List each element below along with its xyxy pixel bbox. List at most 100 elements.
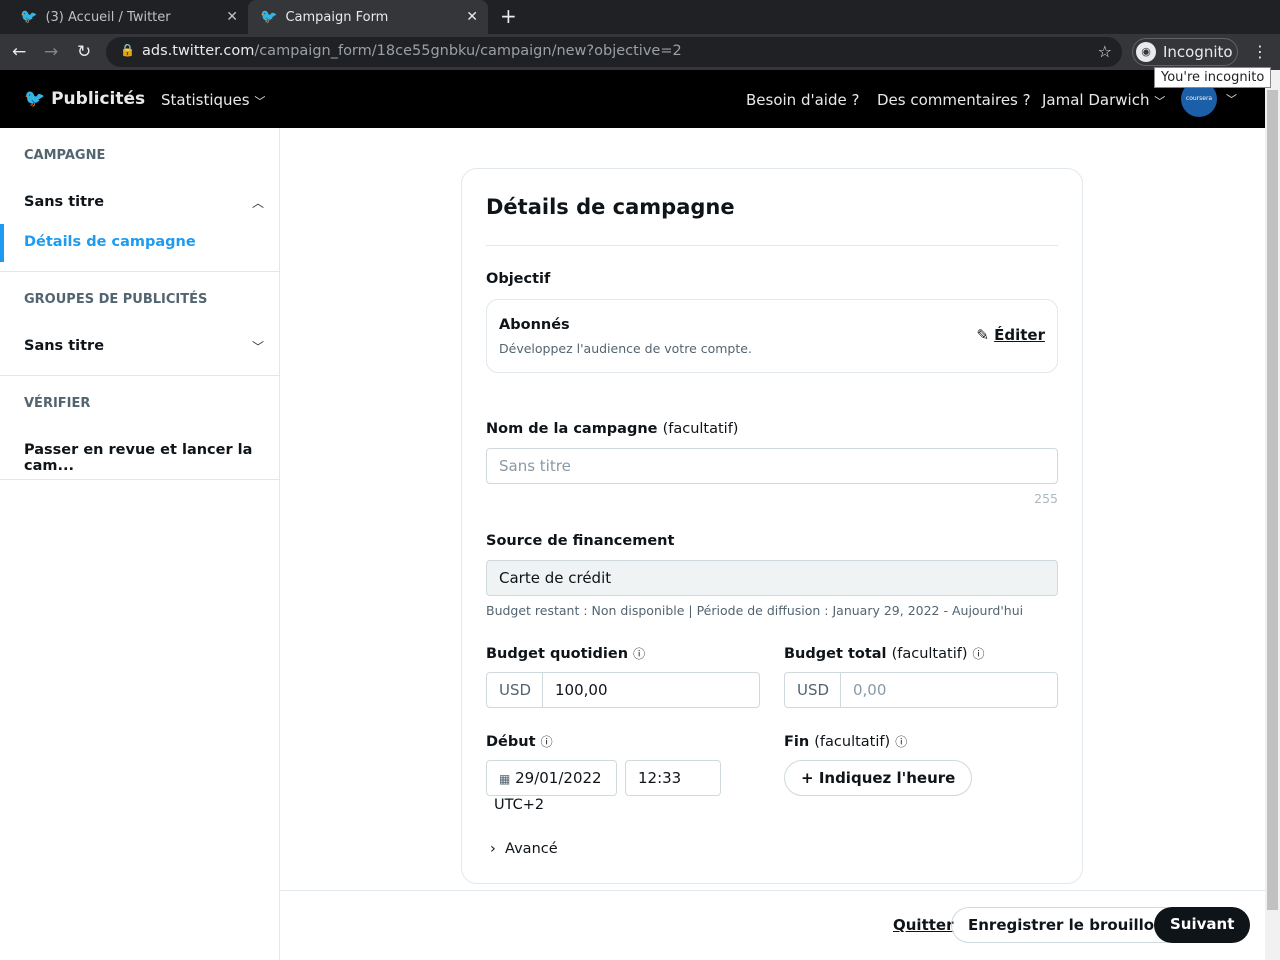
- close-icon[interactable]: ✕: [226, 9, 238, 25]
- incognito-button[interactable]: ◉ Incognito: [1132, 38, 1238, 66]
- forward-icon[interactable]: →: [44, 42, 58, 62]
- page-title: Détails de campagne: [486, 195, 735, 219]
- currency: USD: [797, 681, 830, 699]
- section-verify: VÉRIFIER: [24, 396, 91, 411]
- scrollbar[interactable]: [1265, 70, 1280, 960]
- set-end-time-button[interactable]: + Indiquez l'heure: [784, 760, 973, 796]
- footer-bar: Quitter Enregistrer le brouillon Suivant: [280, 890, 1265, 960]
- chevron-up-icon[interactable]: ︿: [252, 194, 264, 211]
- logo[interactable]: 🐦 Publicités: [24, 89, 145, 109]
- divider: [486, 245, 1058, 246]
- calendar-icon: ▦: [499, 772, 511, 786]
- incognito-icon: ◉: [1136, 42, 1156, 62]
- url-input[interactable]: 🔒 ads.twitter.com/campaign_form/18ce55gnb…: [106, 37, 1122, 67]
- advanced-label: Avancé: [505, 841, 558, 857]
- tab-bar: 🐦 (3) Accueil / Twitter ✕ 🐦 Campaign Form ✕ …: [0, 0, 1280, 34]
- sidebar-campaign-item[interactable]: Sans titre: [24, 194, 104, 210]
- funding-select[interactable]: Carte de crédit: [486, 560, 1058, 596]
- back-icon[interactable]: ←: [12, 42, 26, 62]
- chevron-down-icon: ﹀: [1154, 95, 1166, 108]
- logo-text: Publicités: [51, 89, 146, 109]
- menu-icon[interactable]: ⋮: [1252, 42, 1268, 61]
- section-adgroups: GROUPES DE PUBLICITÉS: [24, 292, 208, 307]
- separator: [840, 673, 841, 707]
- divider: [0, 375, 280, 376]
- daily-budget-input[interactable]: USD 100,00: [486, 672, 760, 708]
- campaign-details-card: Détails de campagne Objectif Abonnés Dév…: [461, 168, 1083, 884]
- tab-twitter-home[interactable]: 🐦 (3) Accueil / Twitter ✕: [8, 0, 248, 34]
- next-button[interactable]: Suivant: [1154, 907, 1251, 943]
- reload-icon[interactable]: ↻: [77, 42, 91, 62]
- objective-label: Objectif: [486, 271, 551, 287]
- advanced-toggle[interactable]: › Avancé: [490, 841, 558, 857]
- quit-button[interactable]: Quitter: [893, 916, 953, 934]
- help-link[interactable]: Besoin d'aide ?: [746, 91, 859, 109]
- twitter-icon: 🐦: [20, 9, 38, 25]
- star-icon[interactable]: ☆: [1098, 42, 1112, 61]
- tab-title: Campaign Form: [285, 9, 389, 25]
- app-header: 🐦 Publicités Statistiques ﹀ Besoin d'aid…: [0, 70, 1265, 128]
- total-budget-placeholder: 0,00: [853, 681, 887, 699]
- pencil-icon: ✎: [976, 326, 989, 344]
- twitter-icon: 🐦: [260, 9, 278, 25]
- sidebar-item-review[interactable]: Passer en revue et lancer la cam...: [24, 442, 279, 474]
- tab-campaign-form[interactable]: 🐦 Campaign Form ✕: [248, 0, 488, 34]
- divider: [0, 271, 280, 272]
- chevron-down-icon: ﹀: [254, 95, 266, 108]
- timezone: UTC+2: [494, 797, 545, 813]
- start-label: Début: [486, 734, 536, 750]
- info-icon[interactable]: ⓘ: [541, 735, 553, 749]
- char-counter: 255: [1034, 491, 1058, 506]
- start-time-input[interactable]: 12:33: [625, 760, 721, 796]
- incognito-label: Incognito: [1163, 43, 1233, 61]
- name-label: Nom de la campagne: [486, 421, 658, 437]
- user-name: Jamal Darwich: [1042, 91, 1150, 109]
- divider: [0, 479, 280, 480]
- optional-tag: (facultatif): [891, 646, 968, 662]
- active-indicator: [0, 224, 4, 262]
- stats-menu[interactable]: Statistiques ﹀: [161, 91, 265, 109]
- close-icon[interactable]: ✕: [466, 9, 478, 25]
- start-date: 29/01/2022: [515, 769, 602, 787]
- objective-name: Abonnés: [499, 317, 570, 333]
- total-budget-label: Budget total: [784, 646, 887, 662]
- scrollbar-thumb[interactable]: [1267, 90, 1278, 910]
- separator: [542, 673, 543, 707]
- lock-icon: 🔒: [120, 43, 135, 57]
- twitter-icon: 🐦: [24, 89, 46, 109]
- incognito-tooltip: You're incognito: [1154, 67, 1272, 88]
- optional-tag: (facultatif): [814, 734, 891, 750]
- daily-budget-value: 100,00: [555, 681, 608, 699]
- info-icon[interactable]: ⓘ: [973, 647, 985, 661]
- chevron-down-icon[interactable]: ﹀: [1226, 91, 1237, 107]
- end-button-label: Indiquez l'heure: [818, 769, 956, 787]
- plus-icon: +: [801, 769, 814, 787]
- chevron-down-icon[interactable]: ﹀: [252, 338, 264, 355]
- optional-tag: (facultatif): [662, 421, 739, 437]
- total-budget-input[interactable]: USD 0,00: [784, 672, 1058, 708]
- start-date-input[interactable]: ▦ 29/01/2022: [486, 760, 617, 796]
- funding-info: Budget restant : Non disponible | Périod…: [486, 603, 1024, 618]
- funding-label: Source de financement: [486, 533, 675, 549]
- new-tab-icon[interactable]: +: [500, 4, 517, 28]
- sidebar-item-campaign-details[interactable]: Détails de campagne: [24, 234, 196, 250]
- tab-title: (3) Accueil / Twitter: [45, 9, 171, 25]
- currency: USD: [499, 681, 532, 699]
- end-label: Fin: [784, 734, 810, 750]
- stats-label: Statistiques: [161, 91, 250, 109]
- chevron-right-icon: ›: [490, 841, 496, 857]
- edit-label: Éditer: [994, 326, 1045, 344]
- objective-box: Abonnés Développez l'audience de votre c…: [486, 299, 1058, 373]
- url-path: /campaign_form/18ce55gnbku/campaign/new?…: [254, 43, 682, 59]
- edit-button[interactable]: ✎ Éditer: [976, 326, 1045, 344]
- address-bar-row: ← → ↻ 🔒 ads.twitter.com/campaign_form/18c…: [0, 34, 1280, 70]
- save-draft-button[interactable]: Enregistrer le brouillon: [951, 907, 1182, 943]
- feedback-link[interactable]: Des commentaires ?: [877, 91, 1031, 109]
- section-campaign: CAMPAGNE: [24, 148, 106, 163]
- info-icon[interactable]: ⓘ: [895, 735, 907, 749]
- info-icon[interactable]: ⓘ: [633, 647, 645, 661]
- campaign-name-input[interactable]: Sans titre: [486, 448, 1058, 484]
- sidebar-adgroup-item[interactable]: Sans titre: [24, 338, 104, 354]
- daily-budget-label: Budget quotidien: [486, 646, 629, 662]
- user-menu[interactable]: Jamal Darwich ﹀: [1042, 91, 1165, 109]
